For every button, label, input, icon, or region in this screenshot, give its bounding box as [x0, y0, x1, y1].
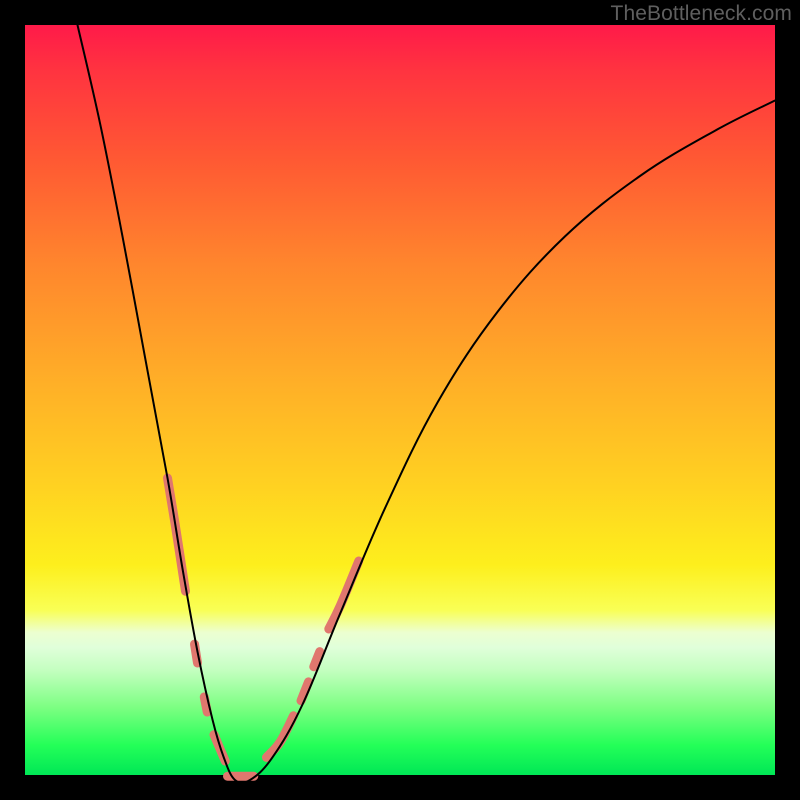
plot-area — [25, 25, 775, 775]
chart-frame: TheBottleneck.com — [0, 0, 800, 800]
watermark-text: TheBottleneck.com — [611, 2, 792, 26]
chart-svg — [25, 25, 775, 780]
highlight-segment — [329, 561, 359, 629]
bottleneck-curve — [78, 25, 776, 783]
highlight-segment — [267, 716, 294, 758]
highlight-segments — [168, 478, 359, 776]
